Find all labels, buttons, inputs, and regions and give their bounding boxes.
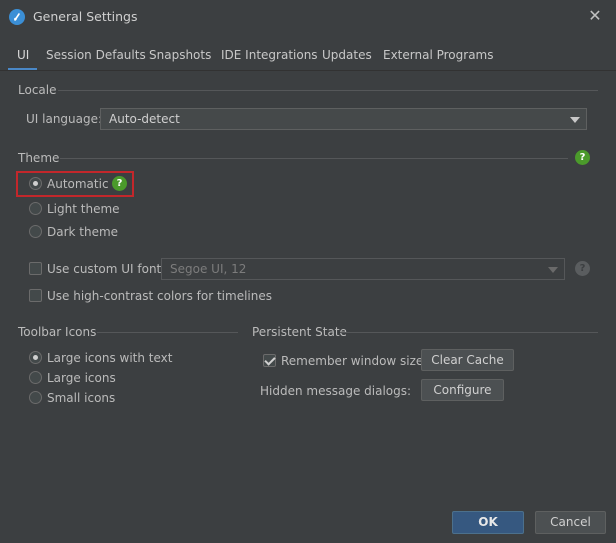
window-title: General Settings	[33, 9, 138, 24]
custom-font-checkbox[interactable]	[29, 262, 42, 275]
theme-light-label: Light theme	[47, 202, 120, 216]
custom-font-value: Segoe UI, 12	[170, 262, 247, 276]
configure-button[interactable]: Configure	[421, 379, 504, 401]
theme-dark-radio[interactable]	[29, 225, 42, 238]
theme-dark-label: Dark theme	[47, 225, 119, 239]
chevron-down-icon	[570, 117, 580, 123]
persistent-state-separator	[340, 332, 598, 333]
remember-window-sizes-label: Remember window sizes	[281, 354, 430, 368]
theme-help-icon[interactable]: ?	[575, 150, 590, 165]
radio-unchecked-icon	[29, 225, 42, 238]
toolbar-large-label: Large icons	[47, 371, 116, 385]
chevron-down-icon	[548, 267, 558, 273]
checkbox-checked-icon	[263, 354, 276, 367]
theme-section-title: Theme	[18, 151, 60, 165]
tab-ui[interactable]: UI	[17, 42, 29, 68]
high-contrast-label: Use high-contrast colors for timelines	[47, 289, 272, 303]
persistent-state-section-title: Persistent State	[252, 325, 347, 339]
tab-session-defaults[interactable]: Session Defaults	[46, 42, 146, 68]
custom-font-label: Use custom UI font:	[47, 262, 166, 276]
toolbar-large-text-label: Large icons with text	[47, 351, 173, 365]
toolbar-small-label: Small icons	[47, 391, 116, 405]
clear-cache-button[interactable]: Clear Cache	[421, 349, 514, 371]
ui-language-dropdown[interactable]: Auto-detect	[100, 108, 587, 130]
tab-bar: UI Session Defaults Snapshots IDE Integr…	[0, 42, 616, 71]
custom-font-dropdown[interactable]: Segoe UI, 12	[161, 258, 565, 280]
checkbox-unchecked-icon	[29, 289, 42, 302]
locale-section-title: Locale	[18, 83, 57, 97]
custom-font-help-icon[interactable]: ?	[575, 261, 590, 276]
radio-checked-icon	[29, 177, 42, 190]
remember-window-sizes-checkbox[interactable]	[263, 354, 276, 367]
theme-separator	[60, 158, 568, 159]
high-contrast-checkbox[interactable]	[29, 289, 42, 302]
toolbar-icons-separator	[97, 332, 238, 333]
toolbar-icons-section-title: Toolbar Icons	[18, 325, 97, 339]
tabs-divider	[0, 70, 616, 71]
radio-checked-icon	[29, 351, 42, 364]
tab-ide-integrations[interactable]: IDE Integrations	[221, 42, 318, 68]
tab-updates[interactable]: Updates	[322, 42, 372, 68]
toolbar-large-text-radio[interactable]	[29, 351, 42, 364]
radio-unchecked-icon	[29, 391, 42, 404]
automatic-help-icon[interactable]: ?	[112, 176, 127, 191]
cancel-button[interactable]: Cancel	[535, 511, 606, 534]
tab-snapshots[interactable]: Snapshots	[149, 42, 211, 68]
tab-external-programs[interactable]: External Programs	[383, 42, 493, 68]
hidden-dialogs-label: Hidden message dialogs:	[260, 384, 412, 398]
ok-button[interactable]: OK	[452, 511, 524, 534]
theme-automatic-label: Automatic	[47, 177, 109, 191]
app-logo-icon	[9, 9, 25, 25]
ui-language-label: UI language:	[26, 112, 103, 126]
toolbar-small-radio[interactable]	[29, 391, 42, 404]
toolbar-large-radio[interactable]	[29, 371, 42, 384]
theme-automatic-radio[interactable]	[29, 177, 42, 190]
close-icon[interactable]: ✕	[585, 6, 605, 26]
locale-separator	[58, 90, 598, 91]
theme-light-radio[interactable]	[29, 202, 42, 215]
radio-unchecked-icon	[29, 371, 42, 384]
ui-language-value: Auto-detect	[109, 112, 180, 126]
checkbox-unchecked-icon	[29, 262, 42, 275]
radio-unchecked-icon	[29, 202, 42, 215]
